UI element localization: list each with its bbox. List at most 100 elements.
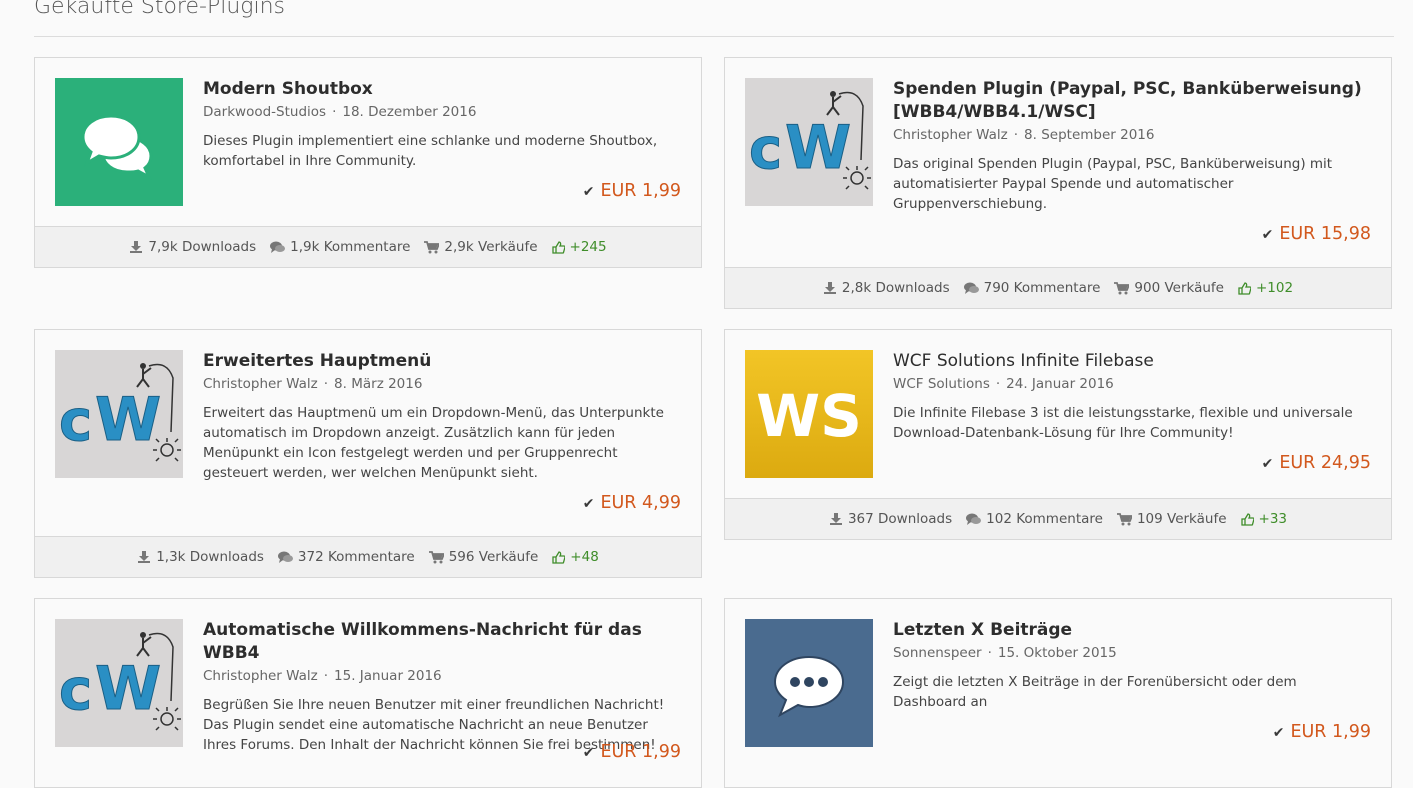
cart-icon (1114, 281, 1130, 294)
plugin-thumbnail[interactable]: c W (55, 619, 183, 747)
thumbs-up-icon (551, 240, 565, 254)
cw-logo-icon: c W (55, 619, 183, 747)
plugin-author[interactable]: Darkwood-Studios (203, 104, 326, 120)
sales-stat: 109 Verkäufe (1116, 511, 1227, 527)
plugin-author[interactable]: Christopher Walz (203, 668, 318, 684)
svg-text:c: c (749, 117, 782, 182)
price-value: EUR 24,95 (1279, 453, 1371, 473)
plugin-meta: WCF Solutions · 24. Januar 2016 (893, 376, 1114, 392)
plugin-card[interactable]: Letzten X Beiträge Sonnenspeer · 15. Oktob… (724, 598, 1392, 788)
plugin-card[interactable]: c W Automatische Willkommens-Nachricht f… (34, 598, 702, 788)
plugin-author[interactable]: Christopher Walz (893, 127, 1008, 143)
plugin-description: Dieses Plugin implementiert eine schlank… (203, 133, 658, 169)
plugin-title[interactable]: Letzten X Beiträge (893, 619, 1371, 642)
check-icon: ✔ (582, 745, 595, 761)
plugin-price: ✔ EUR 24,95 (1262, 453, 1371, 473)
comments-stat: 372 Kommentare (277, 549, 415, 565)
plugin-price: ✔ EUR 1,99 (583, 742, 681, 762)
plugin-date: 8. September 2016 (1024, 127, 1155, 143)
svg-text:W: W (785, 113, 851, 183)
ws-logo-icon: WS (745, 350, 873, 478)
plugin-date: 15. Januar 2016 (334, 668, 442, 684)
sales-count: 2,9k Verkäufe (444, 239, 538, 255)
price-value: EUR 1,99 (1290, 722, 1371, 742)
plugin-card[interactable]: WS WCF Solutions Infinite Filebase WCF S… (724, 329, 1392, 540)
thumbs-up-icon (1238, 281, 1251, 295)
sales-stat: 2,9k Verkäufe (424, 239, 538, 255)
downloads-stat: 2,8k Downloads (823, 280, 950, 296)
downloads-count: 367 Downloads (847, 511, 953, 527)
plugin-price: ✔ EUR 1,99 (583, 181, 681, 201)
downloads-count: 2,8k Downloads (841, 280, 950, 296)
thumbs-up-icon (552, 550, 566, 564)
plugin-author[interactable]: Sonnenspeer (893, 645, 982, 661)
plugin-title[interactable]: Spenden Plugin (Paypal, PSC, Banküberwei… (893, 78, 1371, 124)
cw-logo-icon: c W (55, 350, 183, 478)
plugin-date: 24. Januar 2016 (1006, 376, 1114, 392)
check-icon: ✔ (1261, 227, 1274, 243)
svg-text:c: c (59, 658, 92, 723)
sales-count: 109 Verkäufe (1136, 511, 1227, 527)
plugin-title[interactable]: WCF Solutions Infinite Filebase (893, 350, 1371, 373)
plugin-thumbnail[interactable]: WS (745, 350, 873, 478)
plugin-meta: Sonnenspeer · 15. Oktober 2015 (893, 645, 1117, 661)
plugin-meta: Christopher Walz · 8. März 2016 (203, 376, 423, 392)
plugin-title[interactable]: Erweitertes Hauptmenü (203, 350, 681, 373)
price-value: EUR 15,98 (1279, 224, 1371, 244)
plugin-stats: 2,8k Downloads 790 Kommentare 900 Verkäu… (725, 267, 1391, 308)
plugin-stats: 1,3k Downloads 372 Kommentare 596 Verkäu… (35, 536, 701, 577)
downloads-stat: 7,9k Downloads (129, 239, 256, 255)
sales-stat: 596 Verkäufe (428, 549, 539, 565)
price-value: EUR 1,99 (600, 181, 681, 201)
plugin-thumbnail[interactable] (55, 78, 183, 206)
plugin-card[interactable]: c W Erweitertes Hauptmenü Christopher Wa… (34, 329, 702, 578)
likes-count: +245 (569, 239, 607, 255)
plugin-stats: 7,9k Downloads 1,9k Kommentare 2,9k Verk… (35, 226, 701, 267)
downloads-stat: 367 Downloads (829, 511, 952, 527)
comments-count: 790 Kommentare (983, 280, 1101, 296)
plugin-price: ✔ EUR 15,98 (1262, 224, 1371, 244)
downloads-stat: 1,3k Downloads (137, 549, 264, 565)
section-title: Gekaufte Store-Plugins (34, 0, 286, 19)
plugin-meta: Christopher Walz · 8. September 2016 (893, 127, 1155, 143)
plugin-card[interactable]: Modern Shoutbox Darkwood-Studios · 18. Dez… (34, 57, 702, 268)
plugin-thumbnail[interactable]: c W (55, 350, 183, 478)
sales-count: 596 Verkäufe (448, 549, 539, 565)
comments-icon (277, 551, 293, 563)
cart-icon (424, 240, 440, 253)
sales-count: 900 Verkäufe (1134, 280, 1224, 296)
plugin-card[interactable]: c W Spenden Plugin (Paypal, PSC, Bankübe… (724, 57, 1392, 309)
chat-bubbles-icon (55, 78, 183, 206)
plugin-title[interactable]: Automatische Willkommens-Nachricht für d… (203, 619, 681, 665)
cart-icon (1116, 512, 1132, 525)
check-icon: ✔ (1272, 725, 1285, 741)
download-icon (138, 551, 151, 563)
likes-stat: +33 (1240, 511, 1287, 527)
price-value: EUR 4,99 (600, 493, 681, 513)
plugin-thumbnail[interactable]: c W (745, 78, 873, 206)
speech-bubble-dots-icon (745, 619, 873, 747)
comments-icon (966, 513, 982, 525)
plugin-stats: 367 Downloads 102 Kommentare 109 Verkäuf… (725, 498, 1391, 539)
plugin-author[interactable]: WCF Solutions (893, 376, 990, 392)
comments-count: 1,9k Kommentare (290, 239, 411, 255)
plugin-description: Das original Spenden Plugin (Paypal, PSC… (893, 156, 1333, 212)
comments-stat: 790 Kommentare (963, 280, 1101, 296)
likes-count: +48 (570, 549, 599, 565)
likes-count: +102 (1256, 280, 1294, 296)
cw-logo-icon: c W (745, 78, 873, 206)
plugin-title[interactable]: Modern Shoutbox (203, 78, 681, 101)
plugin-date: 15. Oktober 2015 (997, 645, 1117, 661)
svg-text:W: W (95, 654, 161, 724)
plugin-author[interactable]: Christopher Walz (203, 376, 318, 392)
plugin-thumbnail[interactable] (745, 619, 873, 747)
comments-count: 372 Kommentare (297, 549, 415, 565)
comments-stat: 102 Kommentare (966, 511, 1103, 527)
download-icon (823, 282, 836, 294)
check-icon: ✔ (582, 184, 595, 200)
plugin-description: Zeigt die letzten X Beiträge in der Fore… (893, 674, 1297, 710)
section-divider (34, 36, 1394, 37)
downloads-count: 7,9k Downloads (148, 239, 257, 255)
plugin-price: ✔ EUR 1,99 (1273, 722, 1371, 742)
svg-text:WS: WS (756, 382, 862, 450)
